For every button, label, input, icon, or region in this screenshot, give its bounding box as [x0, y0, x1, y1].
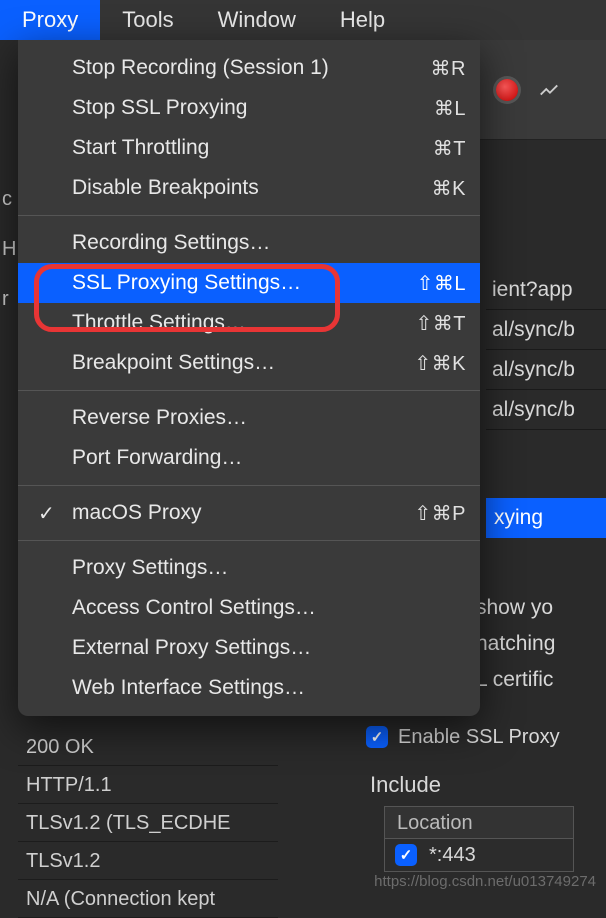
- menubar-tools[interactable]: Tools: [100, 0, 195, 40]
- left-strip-c: c: [0, 180, 18, 218]
- menu-label: Stop Recording (Session 1): [72, 56, 431, 80]
- ssl-panel-fragment: ✓ Enable SSL Proxy Include Location ✓ *:…: [356, 720, 606, 872]
- menu-access-control-settings[interactable]: Access Control Settings…: [18, 588, 480, 628]
- list-item[interactable]: al/sync/b: [486, 310, 606, 350]
- menu-label: Access Control Settings…: [72, 596, 466, 620]
- menu-label: Reverse Proxies…: [72, 406, 466, 430]
- menu-label: SSL Proxying Settings…: [72, 271, 417, 295]
- menu-reverse-proxies[interactable]: Reverse Proxies…: [18, 398, 480, 438]
- location-value: *:443: [429, 844, 476, 867]
- list-item[interactable]: al/sync/b: [486, 350, 606, 390]
- menubar-proxy[interactable]: Proxy: [0, 0, 100, 40]
- check-icon: ✓: [38, 501, 55, 526]
- menu-shortcut: ⌘R: [431, 56, 466, 81]
- menu-label: External Proxy Settings…: [72, 636, 466, 660]
- record-icon[interactable]: [496, 79, 518, 101]
- menu-external-proxy-settings[interactable]: External Proxy Settings…: [18, 628, 480, 668]
- background-text-fragment: show yo natching L certific: [476, 590, 606, 698]
- menu-shortcut: ⌘T: [433, 136, 466, 161]
- menu-breakpoint-settings[interactable]: Breakpoint Settings… ⇧⌘K: [18, 343, 480, 383]
- menu-label: Stop SSL Proxying: [72, 96, 434, 120]
- menu-label: Recording Settings…: [72, 231, 466, 255]
- checkbox-checked-icon[interactable]: ✓: [366, 726, 388, 748]
- detail-row: TLSv1.2 (TLS_ECDHE: [18, 804, 278, 842]
- left-strip: c H r: [0, 140, 18, 318]
- watermark: https://blog.csdn.net/u013749274: [374, 873, 596, 890]
- menu-shortcut: ⇧⌘T: [416, 311, 466, 336]
- menu-label: Throttle Settings…: [72, 311, 416, 335]
- menu-shortcut: ⇧⌘L: [417, 271, 466, 296]
- menu-macos-proxy[interactable]: ✓ macOS Proxy ⇧⌘P: [18, 493, 480, 533]
- list-item[interactable]: ient?app: [486, 270, 606, 310]
- details-list: 200 OK HTTP/1.1 TLSv1.2 (TLS_ECDHE TLSv1…: [18, 728, 278, 918]
- background-selected-item[interactable]: xying: [486, 498, 606, 538]
- left-strip-r: r: [0, 280, 18, 318]
- brush-icon[interactable]: [538, 79, 560, 101]
- include-label: Include: [356, 754, 606, 806]
- menu-stop-ssl-proxying[interactable]: Stop SSL Proxying ⌘L: [18, 88, 480, 128]
- menu-ssl-proxying-settings[interactable]: SSL Proxying Settings… ⇧⌘L: [18, 263, 480, 303]
- left-strip-h: H: [0, 230, 18, 268]
- menu-separator: [18, 390, 480, 391]
- list-item[interactable]: al/sync/b: [486, 390, 606, 430]
- menu-label: macOS Proxy: [72, 501, 414, 525]
- menubar-help[interactable]: Help: [318, 0, 407, 40]
- menu-label: Port Forwarding…: [72, 446, 466, 470]
- menu-label: Disable Breakpoints: [72, 176, 432, 200]
- toolbar-fragment: [476, 40, 606, 140]
- menu-shortcut: ⌘K: [432, 176, 466, 201]
- menu-separator: [18, 540, 480, 541]
- menu-shortcut: ⇧⌘K: [414, 351, 466, 376]
- detail-row: 200 OK: [18, 728, 278, 766]
- location-column-header: Location: [384, 806, 574, 838]
- menu-shortcut: ⌘L: [434, 96, 466, 121]
- text-line: L certific: [476, 662, 606, 698]
- menu-proxy-settings[interactable]: Proxy Settings…: [18, 548, 480, 588]
- background-list-fragment: ient?app al/sync/b al/sync/b al/sync/b: [486, 250, 606, 430]
- location-row[interactable]: ✓ *:443: [384, 838, 574, 872]
- menu-separator: [18, 215, 480, 216]
- text-line: show yo: [476, 590, 606, 626]
- menu-shortcut: ⇧⌘P: [414, 501, 466, 526]
- detail-row: HTTP/1.1: [18, 766, 278, 804]
- proxy-menu-dropdown: Stop Recording (Session 1) ⌘R Stop SSL P…: [18, 40, 480, 716]
- detail-row: TLSv1.2: [18, 842, 278, 880]
- menu-port-forwarding[interactable]: Port Forwarding…: [18, 438, 480, 478]
- detail-row: N/A (Connection kept: [18, 880, 278, 918]
- menubar: Proxy Tools Window Help: [0, 0, 606, 40]
- menubar-window[interactable]: Window: [196, 0, 318, 40]
- menu-stop-recording[interactable]: Stop Recording (Session 1) ⌘R: [18, 48, 480, 88]
- text-line: natching: [476, 626, 606, 662]
- menu-start-throttling[interactable]: Start Throttling ⌘T: [18, 128, 480, 168]
- menu-recording-settings[interactable]: Recording Settings…: [18, 223, 480, 263]
- menu-web-interface-settings[interactable]: Web Interface Settings…: [18, 668, 480, 708]
- checkbox-checked-icon[interactable]: ✓: [395, 844, 417, 866]
- menu-label: Proxy Settings…: [72, 556, 466, 580]
- menu-disable-breakpoints[interactable]: Disable Breakpoints ⌘K: [18, 168, 480, 208]
- menu-separator: [18, 485, 480, 486]
- menu-label: Web Interface Settings…: [72, 676, 466, 700]
- enable-ssl-proxying-row[interactable]: ✓ Enable SSL Proxy: [356, 720, 606, 754]
- enable-label: Enable SSL Proxy: [398, 726, 560, 749]
- menu-throttle-settings[interactable]: Throttle Settings… ⇧⌘T: [18, 303, 480, 343]
- menu-label: Start Throttling: [72, 136, 433, 160]
- menu-label: Breakpoint Settings…: [72, 351, 414, 375]
